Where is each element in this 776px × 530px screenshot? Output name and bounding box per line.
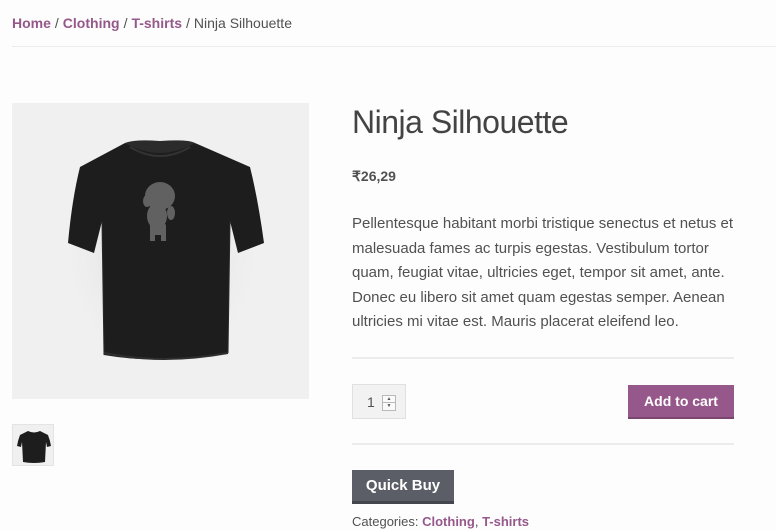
quick-buy-button[interactable]: Quick Buy <box>352 470 454 504</box>
product-main-image[interactable] <box>12 103 309 399</box>
breadcrumb-separator: / <box>54 15 59 31</box>
black-tshirt-thumbnail <box>17 431 51 463</box>
add-to-cart-button[interactable]: Add to cart <box>628 385 734 419</box>
categories-label: Categories: <box>352 514 419 529</box>
product-thumbnail[interactable] <box>12 424 54 466</box>
quantity-stepper[interactable]: 1 ▲ ▼ <box>352 384 406 419</box>
quantity-spinner[interactable]: ▲ ▼ <box>382 395 396 411</box>
breadcrumb-link-tshirts[interactable]: T-shirts <box>131 15 182 31</box>
breadcrumb-current: Ninja Silhouette <box>193 15 292 31</box>
quantity-value[interactable]: 1 <box>367 394 375 410</box>
breadcrumb-link-home[interactable]: Home <box>12 15 51 31</box>
categories-separator: , <box>474 514 479 529</box>
breadcrumb-separator: / <box>186 15 190 31</box>
product-title: Ninja Silhouette <box>352 104 569 140</box>
product-description: Pellentesque habitant morbi tristique se… <box>352 215 734 330</box>
increment-arrow-icon[interactable]: ▲ <box>383 396 395 403</box>
product-categories: Categories: Clothing, T-shirts <box>352 514 529 529</box>
divider <box>352 443 734 445</box>
breadcrumb-separator: / <box>123 15 128 31</box>
breadcrumb-link-clothing[interactable]: Clothing <box>63 15 120 31</box>
product-price: ₹26,29 <box>352 168 396 184</box>
header-divider <box>12 46 776 47</box>
divider <box>352 357 734 359</box>
category-link-clothing[interactable]: Clothing <box>422 514 475 529</box>
decrement-arrow-icon[interactable]: ▼ <box>383 403 395 410</box>
category-link-tshirts[interactable]: T-shirts <box>482 514 529 529</box>
black-tshirt-ninja-image <box>57 128 267 378</box>
breadcrumb: Home / Clothing / T-shirts / Ninja Silhouette <box>12 15 292 31</box>
